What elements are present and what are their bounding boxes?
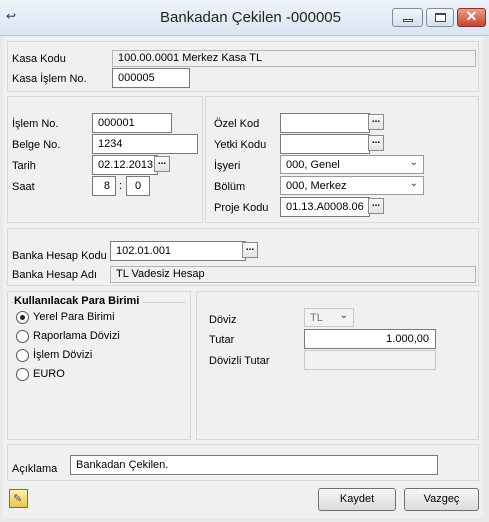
radio-unchecked-icon — [16, 349, 29, 362]
radio-label: İşlem Dövizi — [33, 349, 93, 361]
radio-unchecked-icon — [16, 368, 29, 381]
saat-label: Saat — [12, 181, 35, 193]
pencil-icon: ✎ — [13, 493, 23, 505]
close-button[interactable]: ✕ — [457, 8, 486, 27]
islem-detail-panel: İşlem No. 000001 Belge No. 1234 Tarih 02… — [7, 96, 203, 223]
dovizli-tutar-field — [304, 350, 436, 370]
banka-hesap-lookup-button[interactable]: ... — [242, 242, 258, 258]
radio-checked-icon — [16, 311, 29, 324]
banka-hesap-adi-label: Banka Hesap Adı — [12, 269, 98, 281]
ozel-kod-field[interactable] — [280, 113, 370, 133]
close-icon: ✕ — [465, 8, 478, 24]
tutar-label: Tutar — [209, 334, 235, 346]
islem-no-label: İşlem No. — [12, 118, 59, 130]
kasa-kodu-field: 100.00.0001 Merkez Kasa TL — [112, 50, 476, 67]
doviz-select[interactable]: TL ⌄ — [304, 308, 354, 327]
radio-unchecked-icon — [16, 330, 29, 343]
proje-kodu-field[interactable]: 01.13.A0008.06 — [280, 197, 370, 217]
yetki-kodu-label: Yetki Kodu — [214, 139, 267, 151]
radio-label: EURO — [33, 368, 65, 380]
chevron-down-icon: ⌄ — [339, 310, 348, 321]
banka-panel: Banka Hesap Kodu 102.01.001 ... Banka He… — [7, 228, 479, 286]
radio-label: Yerel Para Birimi — [33, 311, 115, 323]
dovizli-tutar-label: Dövizli Tutar — [209, 355, 270, 367]
isyeri-label: İşyeri — [214, 160, 241, 172]
doviz-panel: Döviz TL ⌄ Tutar 1.000,00 Dövizli Tutar — [196, 291, 479, 440]
notes-tool-button[interactable]: ✎ — [9, 489, 28, 508]
kasa-kodu-label: Kasa Kodu — [12, 53, 66, 65]
saat-separator: : — [119, 180, 123, 192]
tutar-field[interactable]: 1.000,00 — [304, 329, 436, 349]
maximize-button[interactable] — [426, 8, 454, 27]
minimize-icon — [403, 19, 413, 22]
islem-no-field[interactable]: 000001 — [92, 113, 172, 133]
kasa-islem-no-label: Kasa İşlem No. — [12, 73, 87, 85]
para-birimi-group: Kullanılacak Para Birimi Yerel Para Biri… — [7, 291, 191, 440]
radio-label: Raporlama Dövizi — [33, 330, 120, 342]
belge-no-label: Belge No. — [12, 139, 61, 151]
tarih-field[interactable]: 02.12.2013 — [92, 155, 158, 175]
belge-no-field[interactable]: 1234 — [92, 134, 198, 154]
maximize-icon — [435, 13, 446, 22]
isyeri-value: 000, Genel — [286, 159, 340, 171]
aciklama-field[interactable]: Bankadan Çekilen. — [70, 455, 438, 475]
proje-kodu-label: Proje Kodu — [214, 202, 269, 214]
yetki-kodu-field[interactable] — [280, 134, 370, 154]
banka-hesap-kodu-field[interactable]: 102.01.001 — [110, 241, 246, 261]
para-birimi-title: Kullanılacak Para Birimi — [14, 295, 143, 307]
save-button[interactable]: Kaydet — [318, 488, 396, 511]
isyeri-select[interactable]: 000, Genel ⌄ — [280, 155, 424, 174]
aciklama-label: Açıklama — [12, 463, 58, 475]
ozel-kod-label: Özel Kod — [214, 118, 260, 130]
doviz-label: Döviz — [209, 314, 237, 326]
form-client-area: Kasa Kodu 100.00.0001 Merkez Kasa TL Kas… — [3, 37, 483, 518]
minimize-button[interactable] — [392, 8, 423, 27]
saat-minute-field[interactable]: 0 — [126, 176, 150, 196]
kod-detail-panel: Özel Kod ... Yetki Kodu ... İşyeri 000, … — [205, 96, 479, 223]
aciklama-panel: Açıklama Bankadan Çekilen. — [7, 444, 479, 481]
cancel-button[interactable]: Vazgeç — [404, 488, 479, 511]
tarih-label: Tarih — [12, 160, 36, 172]
banka-hesap-adi-field: TL Vadesiz Hesap — [110, 266, 476, 283]
chevron-down-icon: ⌄ — [409, 157, 418, 168]
banka-hesap-kodu-label: Banka Hesap Kodu — [12, 250, 107, 262]
saat-hour-field[interactable]: 8 — [92, 176, 116, 196]
title-bar[interactable]: ↩ Bankadan Çekilen -000005 ✕ — [0, 0, 489, 36]
bolum-value: 000, Merkez — [286, 180, 347, 192]
tarih-picker-button[interactable]: ... — [154, 156, 170, 172]
kasa-islem-no-field[interactable]: 000005 — [112, 68, 190, 88]
bolum-select[interactable]: 000, Merkez ⌄ — [280, 176, 424, 195]
proje-kodu-lookup-button[interactable]: ... — [368, 198, 384, 214]
yetki-kodu-lookup-button[interactable]: ... — [368, 135, 384, 151]
doviz-value: TL — [310, 312, 323, 324]
chevron-down-icon: ⌄ — [409, 178, 418, 189]
bolum-label: Bölüm — [214, 181, 246, 193]
kasa-panel: Kasa Kodu 100.00.0001 Merkez Kasa TL Kas… — [7, 41, 479, 92]
ozel-kod-lookup-button[interactable]: ... — [368, 114, 384, 130]
